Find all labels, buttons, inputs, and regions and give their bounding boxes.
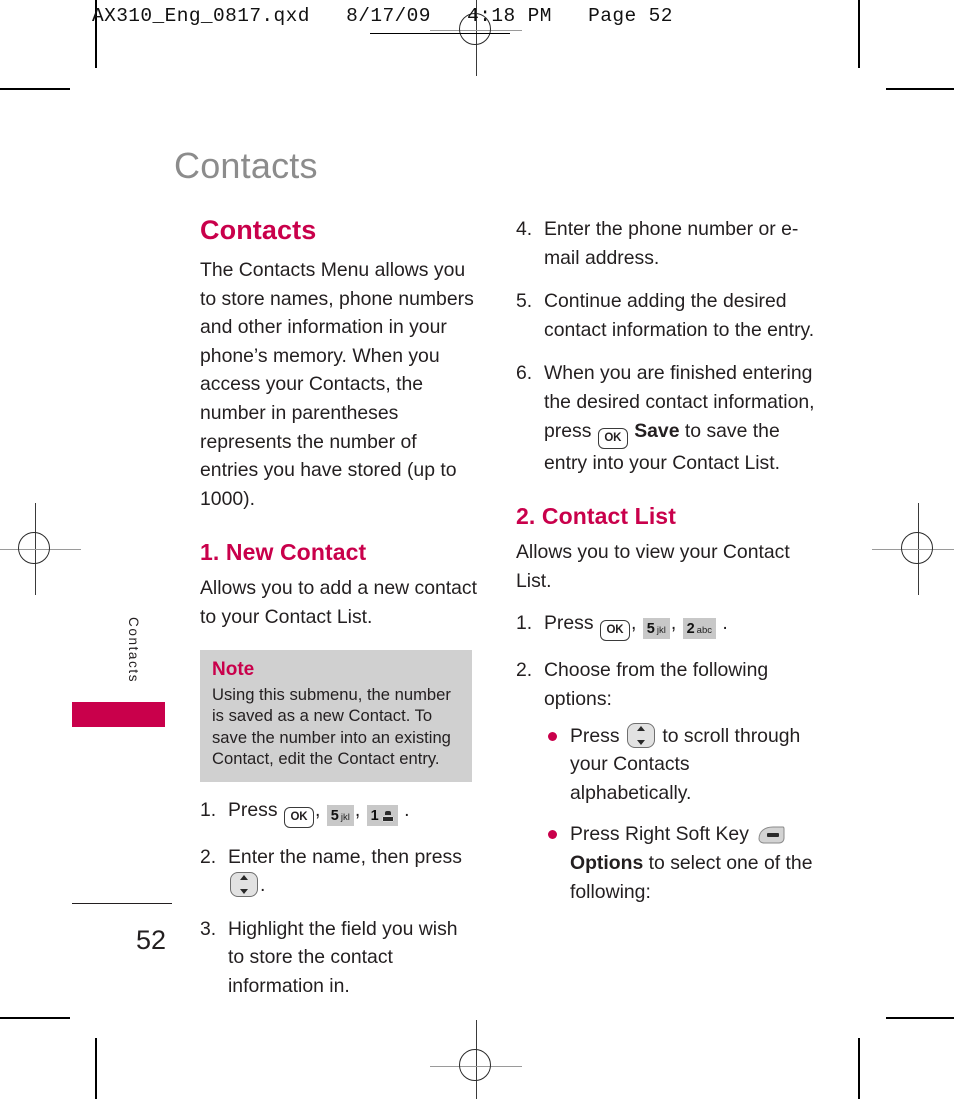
step-number: 2. (200, 845, 217, 868)
contact-list-steps: 1. Press OK, 5 jkl, 2 abc . 2. Choose from t… (516, 609, 816, 906)
five-jkl-key-icon: 5 jkl (326, 804, 354, 826)
list-item: Press to scroll through your Contacts al… (544, 722, 816, 808)
intro-paragraph: The Contacts Menu allows you to store na… (200, 259, 474, 510)
step-number: 1. (516, 612, 533, 635)
step-text: Press (544, 612, 594, 635)
step-text: Enter the phone number or e-mail address… (544, 218, 799, 269)
bullet-text: Press Right Soft Key (570, 823, 749, 846)
step-item: 1. Press OK, 5 jkl, 1 . (200, 796, 478, 828)
crop-mark-bottom-left-v (95, 1038, 97, 1099)
step-number: 4. (516, 218, 533, 240)
step-suffix: . (260, 874, 266, 897)
step-number: 6. (516, 362, 533, 385)
step-text: Choose from the following options: (544, 659, 769, 710)
crop-mark-bottom-right-h (886, 1017, 954, 1019)
one-voicemail-key-icon: 1 (366, 804, 398, 826)
step-item: 6. When you are finished entering the des… (516, 359, 816, 477)
section-heading-contacts: Contacts (200, 215, 317, 245)
step-item: 4. Enter the phone number or e-mail addre… (516, 215, 816, 272)
list-item: Press Right Soft Key Options to select o… (544, 820, 816, 906)
step-text: Highlight the field you wish to store th… (228, 917, 458, 997)
page-canvas: AX310_Eng_0817.qxd 8/17/09 4:18 PM Page … (0, 0, 954, 1099)
crop-mark-bottom-left-h (0, 1017, 70, 1019)
folio-rule (72, 903, 172, 904)
save-label: Save (634, 419, 680, 442)
note-box: Note Using this submenu, the number is s… (200, 649, 472, 782)
subsection-heading-new-contact: 1. New Contact (200, 539, 367, 566)
voicemail-glyph-icon (381, 810, 394, 822)
ok-key-icon: OK (597, 427, 628, 449)
options-label: Options (570, 851, 644, 874)
step-suffix: . (404, 798, 410, 821)
options-bullet-list: Press to scroll through your Contacts al… (544, 722, 816, 907)
two-abc-key-icon: 2 abc (682, 618, 716, 640)
side-tab-block (72, 702, 165, 727)
page-number: 52 (136, 925, 167, 955)
right-soft-key-icon (756, 825, 786, 845)
ok-key-icon: OK (283, 806, 314, 828)
new-contact-description: Allows you to add a new contact to your … (200, 577, 478, 628)
contact-list-description: Allows you to view your Contact List. (516, 541, 790, 592)
right-column: 4. Enter the phone number or e-mail addre… (516, 215, 816, 921)
ok-key-icon: OK (599, 620, 630, 642)
navigation-key-icon (230, 872, 258, 898)
step-text: Enter the name, then press (228, 845, 462, 868)
new-contact-steps: 1. Press OK, 5 jkl, 1 . 2. Enter the name, … (200, 796, 478, 1001)
new-contact-steps-continued: 4. Enter the phone number or e-mail addre… (516, 215, 816, 477)
step-item: 3. Highlight the field you wish to store … (200, 915, 478, 1001)
crop-mark-top-right-h (886, 88, 954, 90)
note-text: Using this submenu, the number is saved … (212, 684, 451, 769)
step-number: 1. (200, 798, 217, 821)
bullet-dot-icon (548, 830, 557, 840)
crop-mark-bottom-right-v (858, 1038, 860, 1099)
bullet-text: Press (570, 724, 620, 747)
step-item: 1. Press OK, 5 jkl, 2 abc . (516, 609, 816, 642)
crop-mark-top-left-h (0, 88, 70, 90)
subsection-heading-contact-list: 2. Contact List (516, 503, 676, 530)
printers-slug-line: AX310_Eng_0817.qxd 8/17/09 4:18 PM Page … (92, 5, 673, 27)
side-tab-label: Contacts (126, 617, 141, 684)
step-number: 2. (516, 659, 533, 682)
step-suffix: . (722, 612, 728, 635)
bullet-dot-icon (548, 731, 557, 741)
step-number: 5. (516, 290, 533, 313)
note-title: Note (212, 658, 255, 680)
five-jkl-key-icon: 5 jkl (642, 618, 670, 640)
left-column: Contacts The Contacts Menu allows you to… (200, 215, 478, 1016)
step-text: Continue adding the desired contact info… (544, 290, 815, 341)
step-item: 2. Enter the name, then press . (200, 843, 478, 900)
step-item: 2. Choose from the following options: Pre… (516, 656, 816, 906)
crop-mark-top-right-v (858, 0, 860, 68)
step-number: 3. (200, 917, 217, 940)
slug-underline (370, 33, 510, 34)
running-head: Contacts (174, 145, 318, 186)
step-item: 5. Continue adding the desired contact in… (516, 287, 816, 344)
step-text: Press (228, 798, 278, 821)
navigation-key-icon (626, 722, 655, 748)
